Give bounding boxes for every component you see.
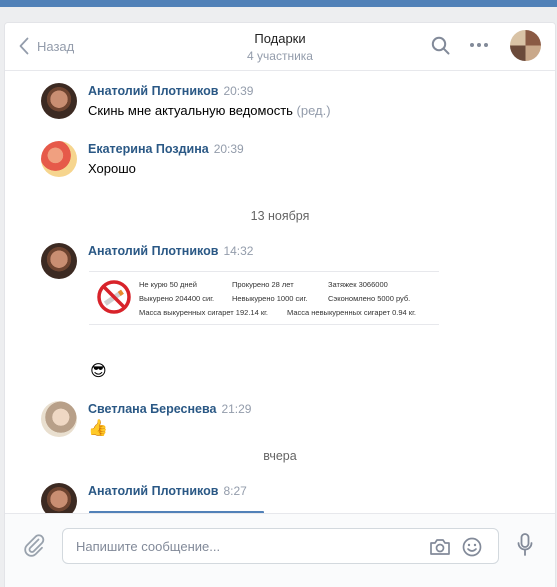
message-text: Хорошо	[88, 161, 136, 176]
edited-mark: (ред.)	[296, 103, 331, 118]
date-separator: 13 ноября	[250, 209, 310, 223]
chat-header: Назад Подарки 4 участника	[5, 23, 555, 71]
message-time[interactable]: 21:29	[221, 402, 251, 416]
stat-mass-not-smoked: Масса невыкуренных сигарет 0.94 кг.	[287, 308, 416, 317]
message-composer: Напишите сообщение...	[5, 513, 555, 587]
message-author[interactable]: Анатолий Плотников	[88, 484, 218, 498]
smile-icon[interactable]	[462, 537, 482, 557]
camera-icon[interactable]	[429, 537, 451, 557]
message-time[interactable]: 8:27	[223, 484, 246, 498]
message-time[interactable]: 20:39	[223, 84, 253, 98]
stat-smoked: Выкурено 204400 сиг.	[139, 294, 215, 303]
message-time[interactable]: 20:39	[214, 142, 244, 156]
more-icon[interactable]	[469, 42, 489, 48]
message-text: Скинь мне актуальную ведомость (ред.)	[88, 102, 331, 120]
no-smoking-icon	[97, 280, 131, 314]
chat-panel: Назад Подарки 4 участника Анатолий Плотн…	[4, 22, 556, 587]
stat-puffs: Затяжек 3066000	[328, 280, 388, 289]
chat-avatar[interactable]	[510, 30, 541, 61]
message-author[interactable]: Екатерина Поздина	[88, 142, 209, 156]
message-author[interactable]: Анатолий Плотников	[88, 244, 218, 258]
stats-card-image[interactable]: Не курю 50 дней Прокурено 28 лет Затяжек…	[89, 271, 439, 325]
sunglasses-emoji: 😎	[90, 363, 107, 380]
stat-years: Прокурено 28 лет	[232, 280, 294, 289]
message-author[interactable]: Анатолий Плотников	[88, 84, 218, 98]
participants-count: 4 участника	[247, 49, 313, 63]
stat-saved: Сэкономлено 5000 руб.	[328, 294, 411, 303]
message-input[interactable]: Напишите сообщение...	[62, 528, 499, 564]
stat-mass-smoked: Масса выкуренных сигарет 192.14 кг.	[139, 308, 269, 317]
stat-not-smoked: Невыкурено 1000 сиг.	[232, 294, 308, 303]
avatar[interactable]	[41, 141, 77, 177]
message-text-content: Скинь мне актуальную ведомость	[88, 103, 293, 118]
search-icon[interactable]	[431, 36, 451, 56]
thumbs-up-emoji: 👍	[88, 420, 108, 437]
avatar[interactable]	[41, 83, 77, 119]
message-input-placeholder: Напишите сообщение...	[76, 539, 221, 554]
message-author[interactable]: Светлана Береснева	[88, 402, 216, 416]
stat-days: Не курю 50 дней	[139, 280, 197, 289]
avatar[interactable]	[41, 243, 77, 279]
paperclip-icon[interactable]	[22, 533, 46, 557]
date-separator: вчера	[263, 449, 297, 463]
top-bar	[0, 0, 557, 7]
message-time[interactable]: 14:32	[223, 244, 253, 258]
avatar[interactable]	[41, 483, 77, 513]
microphone-icon[interactable]	[517, 533, 533, 557]
avatar[interactable]	[41, 401, 77, 437]
message-history[interactable]: Анатолий Плотников 20:39 Скинь мне актуал…	[5, 71, 555, 513]
